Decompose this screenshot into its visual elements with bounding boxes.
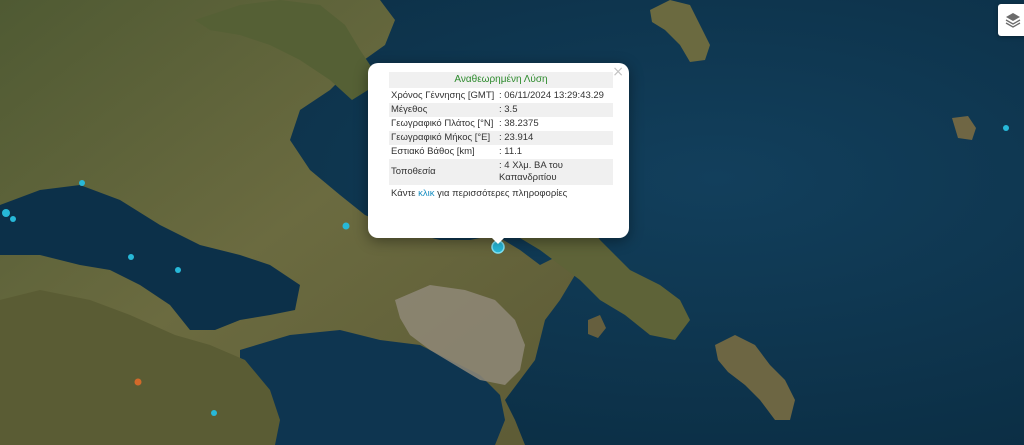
marker-cyan[interactable]	[79, 180, 85, 186]
info-table: Χρόνος Γέννησης [GMT] : 06/11/2024 13:29…	[389, 89, 613, 185]
row-depth: Εστιακό Βάθος [km] : 11.1	[389, 145, 613, 159]
row-origin-time: Χρόνος Γέννησης [GMT] : 06/11/2024 13:29…	[389, 89, 613, 103]
marker-cyan[interactable]	[342, 222, 350, 230]
marker-orange[interactable]	[134, 378, 142, 386]
more-prefix: Κάντε	[391, 188, 419, 199]
row-latitude: Γεωγραφικό Πλάτος [°N] : 38.2375	[389, 117, 613, 131]
marker-cyan[interactable]	[1003, 125, 1009, 131]
row-longitude: Γεωγραφικό Μήκος [°E] : 23.914	[389, 131, 613, 145]
row-label: Γεωγραφικό Πλάτος [°N]	[391, 118, 494, 129]
layers-icon	[1005, 13, 1021, 28]
row-value: : 4 Χλμ. ΒΑ του Καπανδριτίου	[497, 159, 613, 185]
row-label: Χρόνος Γέννησης [GMT]	[391, 90, 495, 101]
marker-cyan[interactable]	[2, 209, 10, 217]
marker-cyan[interactable]	[10, 216, 16, 222]
earthquake-popup: × Αναθεωρημένη Λύση Χρόνος Γέννησης [GMT…	[368, 63, 629, 238]
row-location: Τοποθεσία : 4 Χλμ. ΒΑ του Καπανδριτίου	[389, 159, 613, 185]
row-value: : 06/11/2024 13:29:43.29	[499, 90, 604, 101]
row-magnitude: Μέγεθος : 3.5	[389, 103, 613, 117]
row-label: Μέγεθος	[389, 103, 497, 117]
row-value: : 3.5	[497, 103, 613, 117]
layers-button[interactable]	[998, 4, 1024, 36]
row-label: Τοποθεσία	[389, 159, 497, 185]
close-icon[interactable]: ×	[612, 65, 624, 79]
row-label: Εστιακό Βάθος [km]	[391, 146, 475, 157]
marker-cyan[interactable]	[211, 410, 217, 416]
marker-cyan[interactable]	[128, 254, 134, 260]
marker-cyan[interactable]	[175, 267, 181, 273]
popup-tip	[490, 236, 506, 244]
popup-title: Αναθεωρημένη Λύση	[389, 72, 613, 88]
more-info-line: Κάντε κλικ για περισσότερες πληροφορίες	[389, 188, 613, 199]
more-suffix: για περισσότερες πληροφορίες	[434, 188, 568, 199]
more-info-link[interactable]: κλικ	[418, 188, 434, 199]
row-value: : 38.2375	[499, 118, 539, 129]
row-label: Γεωγραφικό Μήκος [°E]	[389, 131, 497, 145]
row-value: : 23.914	[497, 131, 613, 145]
row-value: : 11.1	[499, 146, 523, 157]
